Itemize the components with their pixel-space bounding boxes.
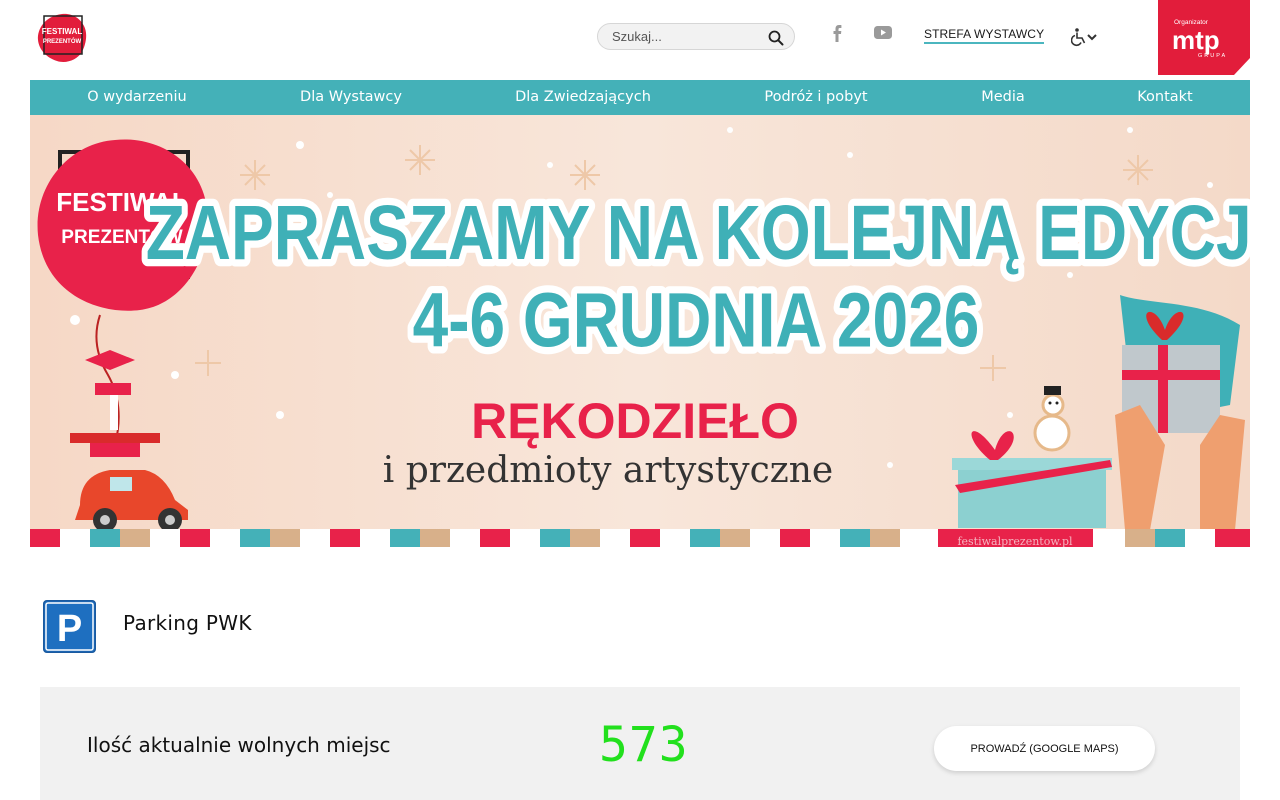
youtube-icon[interactable] (873, 25, 893, 40)
navigate-google-maps-button[interactable]: PROWADŹ (GOOGLE MAPS) (934, 726, 1155, 771)
nav-item-dla-zwiedzajacych[interactable]: Dla Zwiedzających (515, 80, 651, 115)
facebook-icon[interactable] (829, 22, 845, 44)
event-banner[interactable]: FESTIWAL PREZENTÓW ZAPRASZAMY NA KOLEJNĄ… (30, 115, 1250, 547)
search-input[interactable] (612, 27, 752, 46)
logo-text-line1: FESTIWAL (42, 27, 83, 36)
chevron-down-icon (1087, 34, 1097, 41)
nav-item-dla-wystawcy[interactable]: Dla Wystawcy (300, 80, 402, 115)
banner-headline: ZAPRASZAMY NA KOLEJNĄ EDYCJĘ (146, 189, 1250, 275)
nav-item-kontakt[interactable]: Kontakt (1137, 80, 1193, 115)
nav-item-podroz-i-pobyt[interactable]: Podróż i pobyt (764, 80, 867, 115)
banner-striped-border: festiwalprezentow.pl (30, 529, 1250, 547)
nav-item-media[interactable]: Media (981, 80, 1025, 115)
accessibility-menu[interactable] (1071, 27, 1101, 47)
free-spaces-panel: Ilość aktualnie wolnych miejsc 573 PROWA… (40, 687, 1240, 800)
nav-item-o-wydarzeniu[interactable]: O wydarzeniu (87, 80, 186, 115)
free-spaces-label: Ilość aktualnie wolnych miejsc (87, 733, 391, 757)
mtp-organizer-logo[interactable]: Organizator mtp GRUPA (1158, 0, 1250, 75)
logo-text-line2: PREZENTÓW (43, 37, 82, 45)
organizer-sub: GRUPA (1198, 53, 1227, 59)
site-header: FESTIWAL PREZENTÓW STREFA WYSTAWCY Organ… (0, 0, 1280, 80)
main-navigation: O wydarzeniu Dla Wystawcy Dla Zwiedzając… (30, 80, 1250, 115)
exhibitor-zone-link[interactable]: STREFA WYSTAWCY (924, 27, 1045, 44)
parking-icon-letter: P (57, 608, 82, 650)
banner-category: RĘKODZIEŁO (471, 393, 799, 449)
banner-url: festiwalprezentow.pl (957, 535, 1073, 547)
parking-icon: P (43, 600, 96, 653)
accessibility-icon (1071, 28, 1086, 47)
search-box[interactable] (597, 23, 795, 50)
organizer-brand: mtp (1172, 25, 1220, 55)
free-spaces-count: 573 (599, 717, 689, 773)
search-icon[interactable] (768, 30, 784, 46)
parking-title: Parking PWK (123, 611, 252, 635)
festiwal-prezentow-logo[interactable]: FESTIWAL PREZENTÓW (36, 12, 88, 64)
banner-dates: 4-6 GRUDNIA 2026 (413, 277, 980, 363)
banner-subtitle: i przedmioty artystyczne (383, 450, 833, 491)
